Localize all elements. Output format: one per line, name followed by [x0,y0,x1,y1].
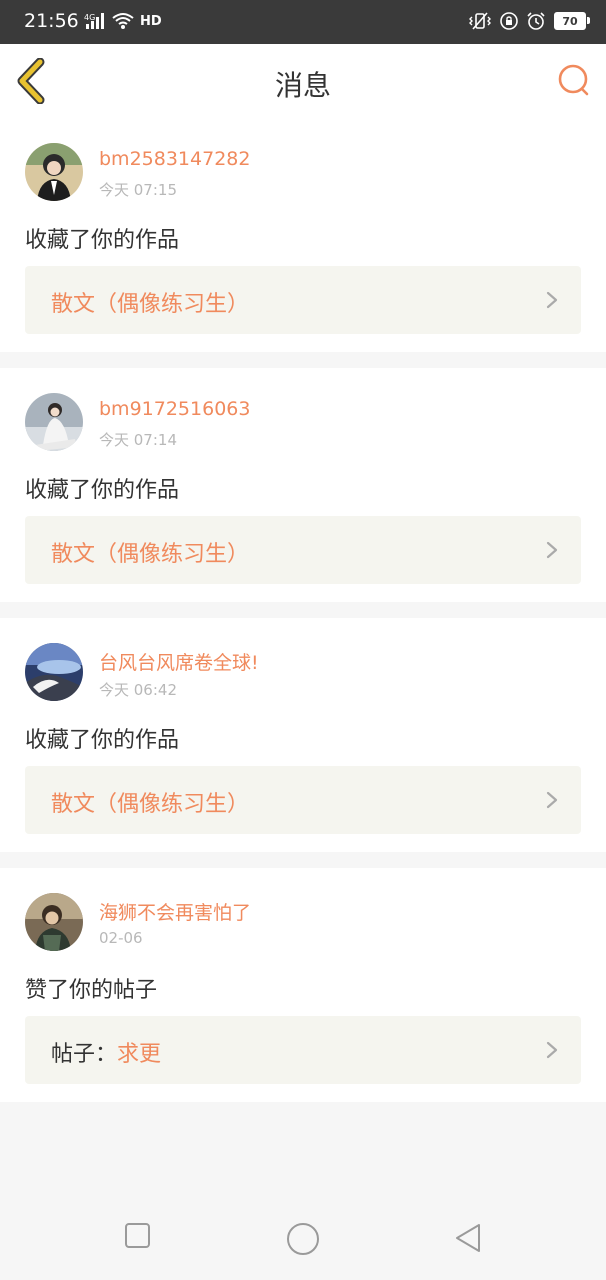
timestamp: 今天 07:15 [99,181,177,199]
square-icon[interactable] [124,1222,152,1250]
referenced-post-link[interactable]: 帖子：求更 [25,1016,581,1084]
timestamp: 今天 07:14 [99,431,177,449]
ref-title: 求更 [117,1042,162,1067]
referenced-work-title: 散文（偶像练习生） [51,786,249,818]
referenced-work-title: 散文（偶像练习生） [51,536,249,568]
avatar[interactable] [25,643,83,701]
referenced-work-link[interactable]: 散文（偶像练习生） [25,766,581,834]
chevron-right-icon [546,541,558,559]
action-text: 收藏了你的作品 [25,728,180,753]
referenced-work-title: 散文（偶像练习生） [51,286,249,318]
username[interactable]: bm2583147282 [99,148,250,170]
avatar[interactable] [25,393,83,451]
referenced-post-title: 帖子：求更 [51,1036,161,1068]
cellular-signal-icon: 4G [84,13,104,29]
chevron-right-icon [546,1041,558,1059]
wifi-icon [112,13,134,29]
ref-prefix: 帖子： [51,1042,118,1067]
message-card: bm2583147282 今天 07:15 收藏了你的作品 散文（偶像练习生） [0,118,606,352]
message-card: 台风台风席卷全球! 今天 06:42 收藏了你的作品 散文（偶像练习生） [0,618,606,852]
alarm-icon [527,12,545,30]
status-time: 21:56 [24,10,79,32]
avatar[interactable] [25,893,83,951]
lock-icon [500,12,518,30]
timestamp: 今天 06:42 [99,681,177,699]
referenced-work-link[interactable]: 散文（偶像练习生） [25,516,581,584]
page-title: 消息 [274,69,331,102]
status-bar: 21:56 4G HD 70 [0,0,606,44]
svg-text:4G: 4G [84,13,95,22]
status-left-icons: 4G HD [84,12,162,30]
triangle-back-icon[interactable] [453,1222,483,1254]
message-card: bm9172516063 今天 07:14 收藏了你的作品 散文（偶像练习生） [0,368,606,602]
vibrate-icon [469,12,491,30]
action-text: 收藏了你的作品 [25,478,180,503]
ref-title: 散文（偶像练习生） [51,792,250,817]
ref-title: 散文（偶像练习生） [51,292,250,317]
referenced-work-link[interactable]: 散文（偶像练习生） [25,266,581,334]
search-icon[interactable] [556,62,592,98]
ref-title: 散文（偶像练习生） [51,542,250,567]
message-card: 海狮不会再害怕了 02-06 赞了你的帖子 帖子：求更 [0,868,606,1102]
battery-icon: 70 [554,12,590,30]
username[interactable]: bm9172516063 [99,398,250,420]
chevron-right-icon [546,291,558,309]
status-right-icons: 70 [468,11,590,31]
action-text: 赞了你的帖子 [25,978,158,1003]
chevron-right-icon [546,791,558,809]
system-nav-bar [0,1200,606,1280]
username[interactable]: 海狮不会再害怕了 [99,898,251,925]
header: 消息 [0,44,606,119]
username[interactable]: 台风台风席卷全球! [99,648,259,675]
action-text: 收藏了你的作品 [25,228,180,253]
circle-icon[interactable] [286,1222,320,1256]
hd-icon: HD [140,13,162,29]
timestamp: 02-06 [99,929,143,947]
avatar[interactable] [25,143,83,201]
